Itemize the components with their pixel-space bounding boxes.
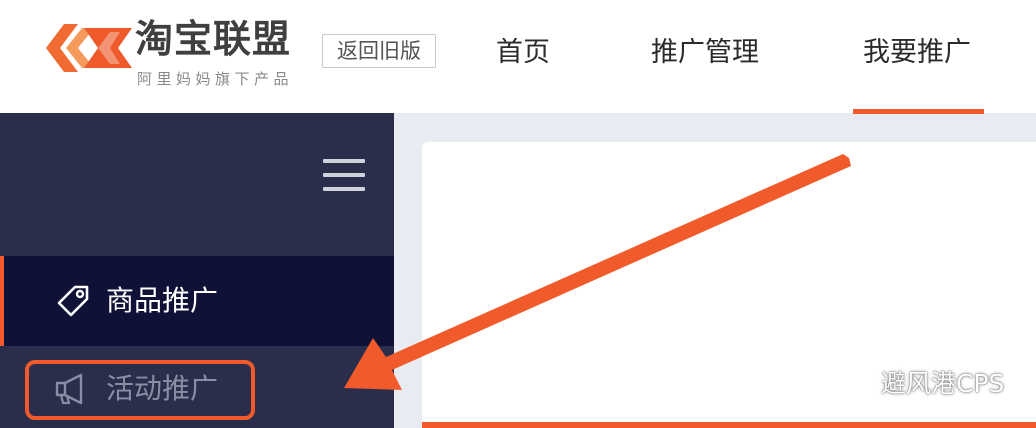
brand-name: 淘宝联盟 bbox=[135, 17, 292, 61]
card-accent-line bbox=[422, 422, 1036, 428]
return-old-version-button[interactable]: 返回旧版 bbox=[322, 34, 436, 68]
nav-promotion-management[interactable]: 推广管理 bbox=[651, 34, 759, 72]
wechat-icon bbox=[844, 371, 876, 396]
tag-icon bbox=[57, 285, 89, 317]
brand-subtitle: 阿里妈妈旗下产品 bbox=[137, 70, 294, 88]
annotation-highlight-box bbox=[25, 360, 255, 420]
watermark-text: 避风港CPS bbox=[881, 369, 1005, 398]
sidebar-item-label: 商品推广 bbox=[106, 284, 219, 317]
sidebar-item-product-promotion[interactable]: 商品推广 bbox=[0, 256, 394, 346]
menu-toggle-icon[interactable] bbox=[323, 159, 365, 191]
nav-active-indicator bbox=[853, 109, 984, 114]
taobao-alliance-logo-icon[interactable] bbox=[44, 18, 134, 80]
nav-promote[interactable]: 我要推广 bbox=[863, 34, 971, 72]
nav-home[interactable]: 首页 bbox=[496, 34, 550, 72]
top-header: 淘宝联盟 阿里妈妈旗下产品 返回旧版 首页 推广管理 我要推广 bbox=[0, 0, 1036, 114]
